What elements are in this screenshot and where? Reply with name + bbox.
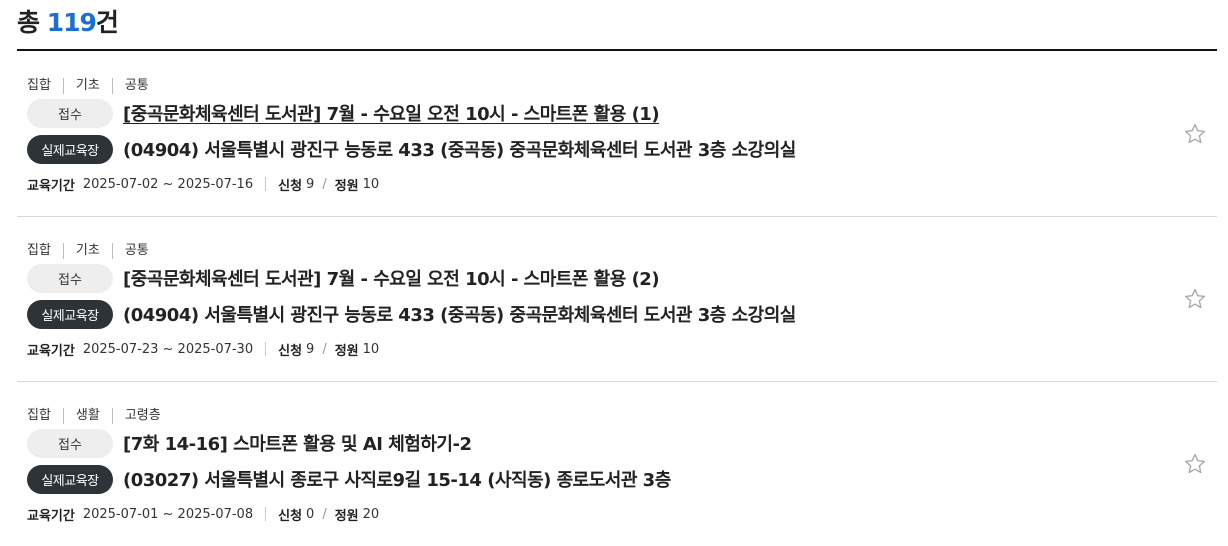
place-badge: 실제교육장 [27, 134, 113, 164]
status-badge: 접수 [27, 98, 113, 128]
status-badge: 접수 [27, 263, 113, 293]
course-address: (04904) 서울특별시 광진구 능동로 433 (중곡동) 중곡문화체육센터… [123, 305, 796, 326]
meta-divider [265, 177, 267, 191]
applied-value: 0 [306, 506, 315, 522]
course-meta: 교육기간 2025-07-23 ~ 2025-07-30 신청 9 / 정원 1… [27, 339, 379, 359]
star-outline-icon[interactable] [1183, 287, 1207, 311]
capacity-value: 20 [362, 506, 380, 522]
course-list: 집합 기초 공통 접수 [중곡문화체육센터 도서관] 7월 - 수요일 오전 1… [17, 52, 1217, 546]
capacity-label: 정원 [334, 343, 359, 359]
course-title-link[interactable]: [중곡문화체육센터 도서관] 7월 - 수요일 오전 10시 - 스마트폰 활용… [123, 100, 660, 126]
course-meta: 교육기간 2025-07-02 ~ 2025-07-16 신청 9 / 정원 1… [27, 174, 379, 194]
tag-method: 집합 [27, 408, 51, 423]
total-prefix: 총 [17, 8, 47, 37]
meta-slash: / [322, 506, 327, 522]
course-title-link[interactable]: [중곡문화체육센터 도서관] 7월 - 수요일 오전 10시 - 스마트폰 활용… [123, 265, 660, 291]
period-value: 2025-07-02 ~ 2025-07-16 [82, 176, 254, 192]
period-label: 교육기간 [27, 343, 75, 359]
capacity-value: 10 [362, 341, 380, 357]
place-badge: 실제교육장 [27, 299, 113, 329]
course-tags: 집합 기초 공통 [27, 76, 161, 96]
course-item: 집합 기초 공통 접수 [중곡문화체육센터 도서관] 7월 - 수요일 오전 1… [17, 217, 1217, 382]
meta-divider [265, 507, 267, 521]
applied-label: 신청 [278, 178, 303, 194]
tag-level: 기초 [62, 243, 112, 259]
tag-method: 집합 [27, 78, 51, 93]
tag-level: 생활 [62, 408, 112, 424]
period-value: 2025-07-23 ~ 2025-07-30 [82, 341, 254, 357]
applied-value: 9 [306, 176, 315, 192]
period-label: 교육기간 [27, 178, 75, 194]
applied-label: 신청 [278, 343, 303, 359]
course-address: (03027) 서울특별시 종로구 사직로9길 15-14 (사직동) 종로도서… [123, 470, 671, 491]
tag-target: 고령층 [111, 408, 173, 424]
course-tags: 집합 기초 공통 [27, 241, 161, 261]
course-meta: 교육기간 2025-07-01 ~ 2025-07-08 신청 0 / 정원 2… [27, 504, 379, 524]
period-label: 교육기간 [27, 508, 75, 524]
tag-method: 집합 [27, 243, 51, 258]
star-outline-icon[interactable] [1183, 122, 1207, 146]
total-suffix: 건 [95, 8, 119, 37]
results-header: 총 119건 [17, 0, 1217, 51]
course-item: 집합 기초 공통 접수 [중곡문화체육센터 도서관] 7월 - 수요일 오전 1… [17, 52, 1217, 217]
total-count-number: 119 [46, 8, 97, 37]
star-outline-icon[interactable] [1183, 452, 1207, 476]
course-tags: 집합 생활 고령층 [27, 406, 173, 426]
applied-label: 신청 [278, 508, 303, 524]
course-title-link[interactable]: [7화 14-16] 스마트폰 활용 및 AI 체험하기-2 [123, 430, 472, 456]
capacity-value: 10 [362, 176, 380, 192]
total-count: 총 119건 [17, 7, 119, 39]
meta-slash: / [322, 341, 327, 357]
tag-target: 공통 [111, 78, 161, 94]
period-value: 2025-07-01 ~ 2025-07-08 [82, 506, 254, 522]
capacity-label: 정원 [334, 508, 359, 524]
course-item: 집합 생활 고령층 접수 [7화 14-16] 스마트폰 활용 및 AI 체험하… [17, 382, 1217, 546]
meta-divider [265, 342, 267, 356]
course-address: (04904) 서울특별시 광진구 능동로 433 (중곡동) 중곡문화체육센터… [123, 140, 796, 161]
place-badge: 실제교육장 [27, 464, 113, 494]
tag-level: 기초 [62, 78, 112, 94]
capacity-label: 정원 [334, 178, 359, 194]
tag-target: 공통 [111, 243, 161, 259]
applied-value: 9 [306, 341, 315, 357]
status-badge: 접수 [27, 428, 113, 458]
meta-slash: / [322, 176, 327, 192]
